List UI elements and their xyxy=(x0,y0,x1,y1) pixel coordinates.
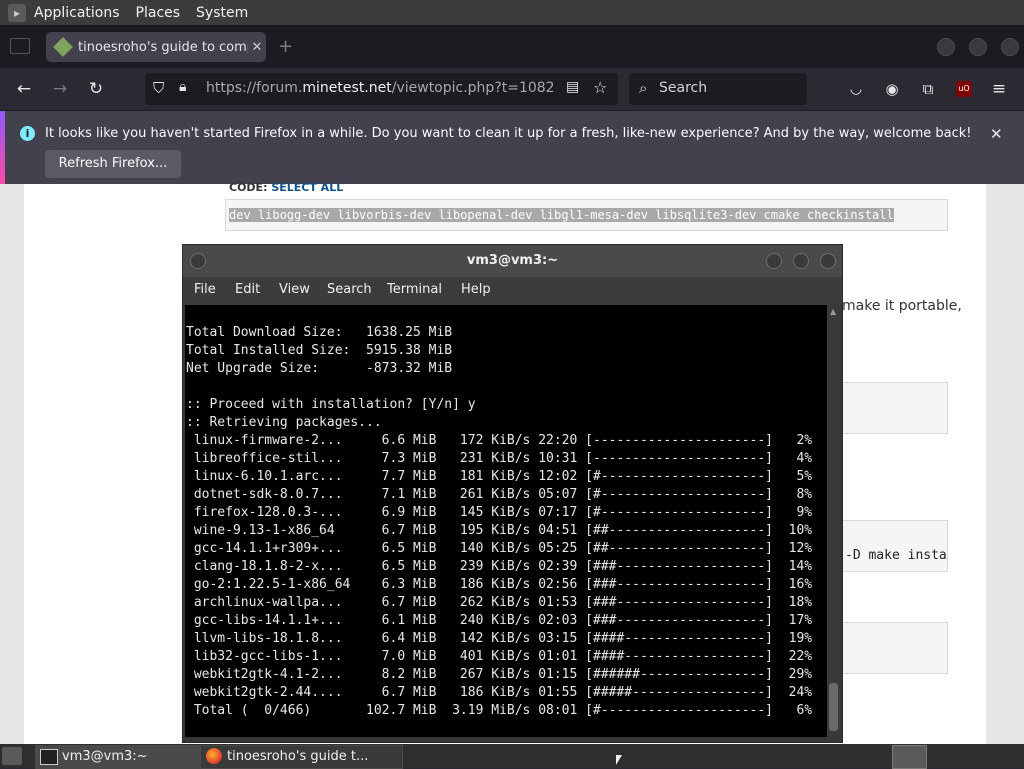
new-tab-icon[interactable]: + xyxy=(278,36,293,57)
applications-logo-icon[interactable]: ▸ xyxy=(8,3,26,22)
post-text-fragment: make it portable, xyxy=(842,298,962,314)
terminal-minimize-button[interactable] xyxy=(766,253,782,269)
show-desktop-icon[interactable] xyxy=(2,747,22,765)
terminal-menubar: File Edit View Search Terminal Help xyxy=(183,277,842,305)
terminal-scrollbar[interactable]: ▲ xyxy=(827,305,840,737)
menu-system[interactable]: System xyxy=(196,5,248,21)
refresh-firefox-notification: i It looks like you haven't started Fire… xyxy=(0,110,1024,185)
search-icon: ⌕ xyxy=(639,79,648,97)
menu-applications[interactable]: Applications xyxy=(34,5,120,21)
code-block xyxy=(838,382,948,434)
taskbar-item-terminal[interactable]: vm3@vm3:~ xyxy=(35,745,221,769)
ublock-origin-icon[interactable]: uO xyxy=(956,81,972,97)
maximize-window-button[interactable] xyxy=(969,38,987,56)
tab-close-icon[interactable]: ✕ xyxy=(248,40,266,55)
terminal-maximize-button[interactable] xyxy=(793,253,809,269)
firefox-view-icon[interactable] xyxy=(10,38,30,54)
notification-accent-bar xyxy=(0,111,5,185)
reload-icon[interactable]: ↻ xyxy=(85,78,107,100)
url-bar[interactable]: ⛉ 🔒︎ https://forum.minetest.net/viewtopi… xyxy=(145,73,618,105)
scrollbar-thumb[interactable] xyxy=(829,683,838,731)
code-label: CODE: SELECT ALL xyxy=(229,181,344,194)
top-panel: ▸ Applications Places System xyxy=(0,0,1024,25)
select-all-link[interactable]: SELECT ALL xyxy=(271,181,343,194)
workspace-switcher[interactable] xyxy=(892,745,927,769)
close-notification-icon[interactable]: ✕ xyxy=(990,125,1003,143)
scroll-up-icon[interactable]: ▲ xyxy=(830,307,836,316)
browser-tab[interactable]: tinoesroho's guide to comp ✕ xyxy=(46,32,266,62)
code-fragment: -D make insta xyxy=(845,548,947,563)
reader-view-icon[interactable]: ▤ xyxy=(566,79,579,95)
taskbar-item-label: tinoesroho's guide t... xyxy=(227,749,369,764)
lock-icon[interactable]: 🔒︎ xyxy=(179,79,186,95)
info-icon: i xyxy=(20,126,35,141)
pocket-icon[interactable]: ◡ xyxy=(845,78,867,100)
terminal-icon xyxy=(40,749,58,765)
taskbar-item-firefox[interactable]: tinoesroho's guide t... xyxy=(200,745,403,769)
terminal-close-button[interactable] xyxy=(820,253,836,269)
site-favicon-icon xyxy=(53,37,73,57)
mouse-cursor-icon xyxy=(616,755,622,765)
tab-title: tinoesroho's guide to comp xyxy=(78,39,248,55)
terminal-window[interactable]: vm3@vm3:~ File Edit View Search Terminal… xyxy=(182,244,843,743)
code-block xyxy=(838,520,948,572)
search-placeholder: Search xyxy=(659,80,708,96)
extensions-icon[interactable]: ⧉ xyxy=(917,78,939,100)
refresh-firefox-button[interactable]: Refresh Firefox... xyxy=(45,150,181,178)
close-window-button[interactable] xyxy=(1001,38,1019,56)
notification-message: It looks like you haven't started Firefo… xyxy=(45,126,972,141)
code-block: dev libogg-dev libvorbis-dev libopenal-d… xyxy=(225,199,948,231)
account-icon[interactable]: ◉ xyxy=(881,78,903,100)
search-bar[interactable]: ⌕ Search xyxy=(629,73,807,105)
terminal-screen[interactable]: Total Download Size: 1638.25 MiB Total I… xyxy=(185,305,827,737)
code-block xyxy=(838,622,948,674)
menu-search[interactable]: Search xyxy=(327,282,372,297)
firefox-icon xyxy=(206,748,222,764)
menu-terminal[interactable]: Terminal xyxy=(387,282,442,297)
code-line: dev libogg-dev libvorbis-dev libopenal-d… xyxy=(229,208,894,222)
menu-help[interactable]: Help xyxy=(461,282,491,297)
back-icon[interactable]: ← xyxy=(13,78,35,100)
taskbar-item-label: vm3@vm3:~ xyxy=(62,749,148,764)
menu-view[interactable]: View xyxy=(279,282,310,297)
terminal-output: Total Download Size: 1638.25 MiB Total I… xyxy=(186,325,813,718)
terminal-title[interactable]: vm3@vm3:~ xyxy=(183,245,842,277)
minimize-window-button[interactable] xyxy=(937,38,955,56)
window-menu-icon[interactable] xyxy=(190,253,206,269)
menu-edit[interactable]: Edit xyxy=(235,282,260,297)
menu-places[interactable]: Places xyxy=(136,5,181,21)
bookmark-star-icon[interactable]: ☆ xyxy=(593,78,607,97)
tracking-protection-icon[interactable]: ⛉ xyxy=(153,79,164,97)
hamburger-menu-icon[interactable]: ≡ xyxy=(988,78,1010,100)
forward-icon[interactable]: → xyxy=(49,78,71,100)
url-text: https://forum.minetest.net/viewtopic.php… xyxy=(206,80,555,96)
menu-file[interactable]: File xyxy=(194,282,216,297)
